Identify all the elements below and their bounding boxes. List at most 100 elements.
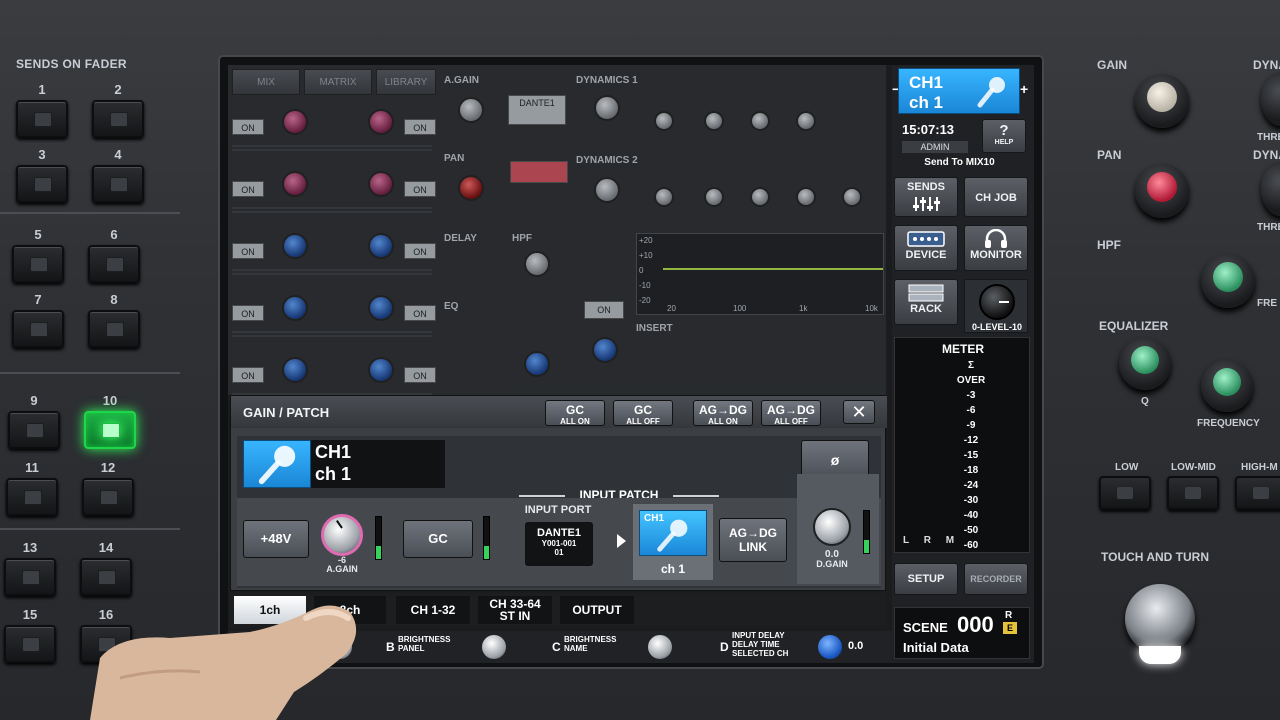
eq-low-key[interactable] bbox=[1099, 476, 1151, 510]
gc-all-off-button[interactable]: GC ALL OFF bbox=[613, 400, 673, 426]
d-gain-knob[interactable] bbox=[813, 508, 851, 546]
send-level-knob[interactable] bbox=[282, 171, 308, 197]
send-on-button[interactable]: ON bbox=[232, 367, 264, 383]
send-level-knob[interactable] bbox=[282, 357, 308, 383]
dyn2-knob-a[interactable] bbox=[654, 187, 674, 207]
dyn1-ratio-knob[interactable] bbox=[750, 111, 770, 131]
send-level-knob[interactable] bbox=[368, 295, 394, 321]
send-on-button[interactable]: ON bbox=[404, 305, 436, 321]
send-level-knob[interactable] bbox=[282, 233, 308, 259]
dyn1-gain-knob[interactable] bbox=[796, 111, 816, 131]
hpf-knob[interactable] bbox=[1201, 254, 1255, 308]
dyn1-attack-knob[interactable] bbox=[654, 111, 674, 131]
send-on-button[interactable]: ON bbox=[404, 243, 436, 259]
dante-port-button[interactable]: DANTE1 bbox=[508, 95, 566, 125]
monitor-level-knob[interactable] bbox=[979, 284, 1015, 320]
monitor-button[interactable]: MONITOR bbox=[964, 225, 1028, 271]
dyna1-knob[interactable] bbox=[1261, 72, 1280, 126]
tab-mix[interactable]: MIX bbox=[232, 69, 300, 95]
fader-key-9[interactable] bbox=[8, 411, 60, 449]
send-level-knob[interactable] bbox=[368, 357, 394, 383]
fader-key-15[interactable] bbox=[4, 625, 56, 663]
dyn2-knob-c[interactable] bbox=[750, 187, 770, 207]
patch-channel-button[interactable]: CH1 bbox=[639, 510, 707, 556]
next-channel-button[interactable]: + bbox=[1020, 81, 1028, 97]
user-badge[interactable]: ADMIN bbox=[902, 141, 968, 153]
setup-button[interactable]: SETUP bbox=[894, 563, 958, 595]
pan-knob[interactable] bbox=[1135, 164, 1189, 218]
gc-button[interactable]: GC bbox=[403, 520, 473, 558]
eq-high-mid-key[interactable] bbox=[1235, 476, 1280, 510]
brightness-screen-knob[interactable] bbox=[328, 635, 352, 659]
fader-key-13[interactable] bbox=[4, 558, 56, 596]
close-icon[interactable]: ✕ bbox=[843, 400, 875, 424]
input-port-button[interactable]: DANTE1 Y001-001 01 bbox=[525, 522, 593, 566]
tab-ch-1-32[interactable]: CH 1-32 bbox=[396, 596, 470, 624]
send-on-button[interactable]: ON bbox=[232, 181, 264, 197]
agdg-link-button[interactable]: AG→DG LINK bbox=[719, 518, 787, 562]
meter-panel[interactable]: METER Σ OVER -3 -6 -9 -12 -15 -18 -24 -30 -40 -50 -6… bbox=[894, 337, 1030, 553]
dynamics1-threshold-knob[interactable] bbox=[594, 95, 620, 121]
input-delay-knob[interactable] bbox=[818, 635, 842, 659]
help-button[interactable]: ? HELP bbox=[982, 119, 1026, 153]
library-button[interactable]: LIBRARY bbox=[376, 69, 436, 95]
fader-key-11[interactable] bbox=[6, 478, 58, 516]
brightness-panel-knob[interactable] bbox=[482, 635, 506, 659]
tab-matrix[interactable]: MATRIX bbox=[304, 69, 372, 95]
gain-knob[interactable] bbox=[1135, 74, 1189, 128]
fader-key-8[interactable] bbox=[88, 310, 140, 348]
fader-key-16[interactable] bbox=[80, 625, 132, 663]
send-on-button[interactable]: ON bbox=[404, 181, 436, 197]
send-on-button[interactable]: ON bbox=[232, 305, 264, 321]
fader-key-5[interactable] bbox=[12, 245, 64, 283]
eq-screen-knob-1[interactable] bbox=[524, 351, 550, 377]
fader-key-4[interactable] bbox=[92, 165, 144, 203]
send-level-knob[interactable] bbox=[368, 233, 394, 259]
tab-output[interactable]: OUTPUT bbox=[560, 596, 634, 624]
dyn1-release-knob[interactable] bbox=[704, 111, 724, 131]
ch-job-button[interactable]: CH JOB bbox=[964, 177, 1028, 217]
send-on-button[interactable]: ON bbox=[404, 119, 436, 135]
tab-ch-33-64[interactable]: CH 33-64 ST IN bbox=[478, 596, 552, 624]
eq-low-mid-key[interactable] bbox=[1167, 476, 1219, 510]
send-level-knob[interactable] bbox=[368, 171, 394, 197]
fader-key-3[interactable] bbox=[16, 165, 68, 203]
gc-all-on-button[interactable]: GC ALL ON bbox=[545, 400, 605, 426]
agdg-all-on-button[interactable]: AG→DG ALL ON bbox=[693, 400, 753, 426]
send-level-knob[interactable] bbox=[282, 295, 308, 321]
fader-key-7[interactable] bbox=[12, 310, 64, 348]
fader-key-10[interactable] bbox=[84, 411, 136, 449]
pan-screen-knob[interactable] bbox=[458, 175, 484, 201]
send-on-button[interactable]: ON bbox=[232, 243, 264, 259]
dyna2-knob[interactable] bbox=[1261, 162, 1280, 216]
a-gain-knob[interactable] bbox=[458, 97, 484, 123]
eq-frequency-knob[interactable] bbox=[1201, 360, 1253, 412]
phantom-48v-button[interactable]: +48V bbox=[243, 520, 309, 558]
hpf-on-button[interactable]: ON bbox=[584, 301, 624, 319]
dyn2-knob-d[interactable] bbox=[796, 187, 816, 207]
sends-button[interactable]: SENDS bbox=[894, 177, 958, 217]
dyn2-knob-e[interactable] bbox=[842, 187, 862, 207]
fader-key-6[interactable] bbox=[88, 245, 140, 283]
send-level-knob[interactable] bbox=[368, 109, 394, 135]
agdg-all-off-button[interactable]: AG→DG ALL OFF bbox=[761, 400, 821, 426]
fader-key-14[interactable] bbox=[80, 558, 132, 596]
io-device-button[interactable]: DEVICE bbox=[894, 225, 958, 271]
send-on-button[interactable]: ON bbox=[404, 367, 436, 383]
dyn2-knob-b[interactable] bbox=[704, 187, 724, 207]
fader-key-2[interactable] bbox=[92, 100, 144, 138]
brightness-name-knob[interactable] bbox=[648, 635, 672, 659]
selected-channel-badge[interactable]: CH1 ch 1 bbox=[898, 68, 1020, 114]
dynamics2-threshold-knob[interactable] bbox=[594, 177, 620, 203]
scene-display[interactable]: SCENE 000 R E Initial Data bbox=[894, 607, 1030, 659]
rack-button[interactable]: RACK bbox=[894, 279, 958, 325]
a-gain-knob[interactable] bbox=[321, 514, 363, 556]
eq-graph[interactable]: +20 +10 0 -10 -20 20 100 1k 10k bbox=[636, 233, 884, 315]
recorder-button[interactable]: RECORDER bbox=[964, 563, 1028, 595]
hpf-screen-knob[interactable] bbox=[524, 251, 550, 277]
touch-and-turn-knob[interactable] bbox=[1125, 584, 1195, 654]
popup-channel-name-box[interactable]: CH1 ch 1 bbox=[311, 440, 445, 488]
tab-8ch[interactable]: 8ch bbox=[314, 596, 386, 624]
tab-1ch[interactable]: 1ch bbox=[234, 596, 306, 624]
send-on-button[interactable]: ON bbox=[232, 119, 264, 135]
